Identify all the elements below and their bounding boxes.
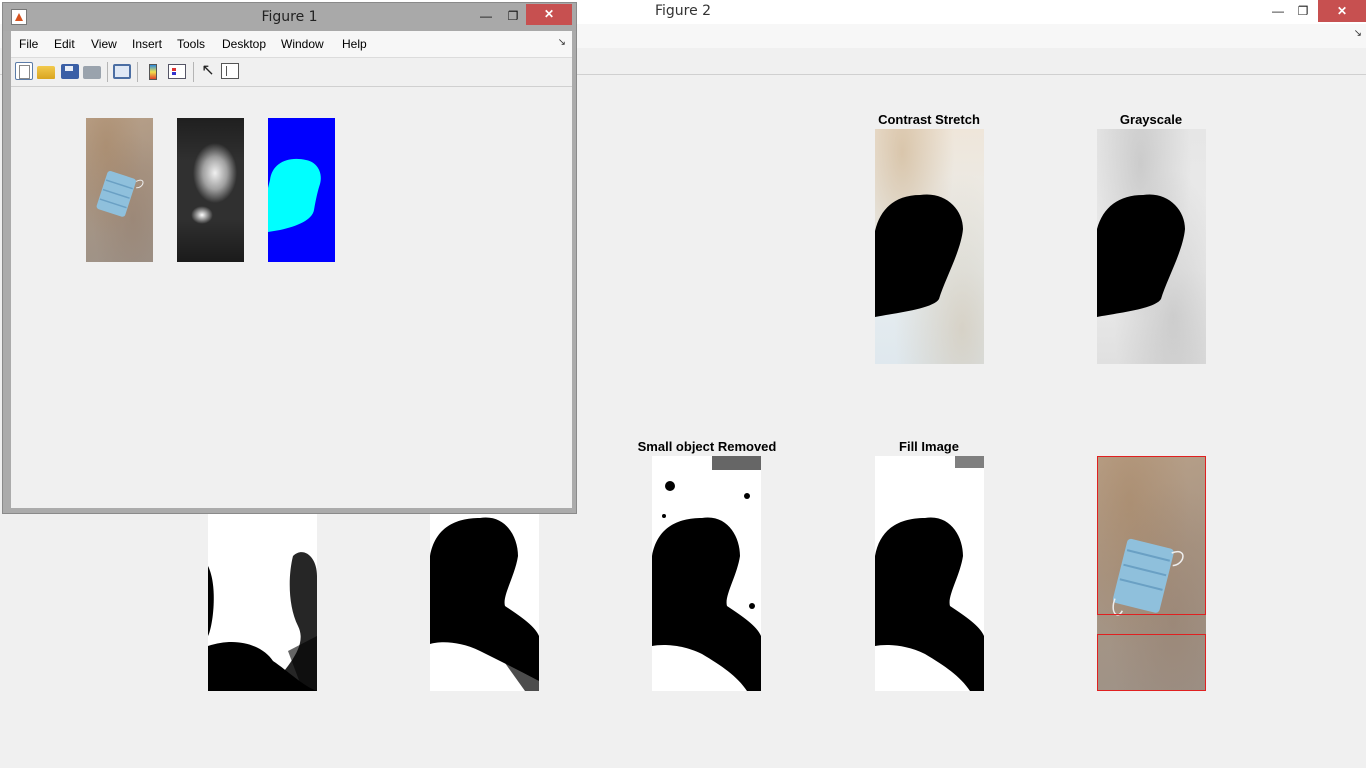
segmentation-region [268, 158, 321, 232]
small-object-removed-mask [652, 456, 761, 691]
original-image [86, 118, 153, 262]
menu-insert[interactable]: Insert [132, 37, 162, 51]
open-file-icon[interactable] [37, 66, 55, 79]
dock-arrow-icon[interactable]: ↘ [558, 37, 566, 48]
print-figure-icon[interactable] [113, 64, 131, 79]
bounding-box-secondary [1097, 634, 1206, 691]
contrast-stretch-title: Contrast Stretch [878, 112, 980, 127]
colorbar-icon[interactable] [149, 64, 157, 80]
menu-tools[interactable]: Tools [177, 37, 205, 51]
menu-window[interactable]: Window [281, 37, 324, 51]
plot-browser-icon[interactable] [221, 63, 239, 79]
figure2-minimize-button[interactable]: — [1265, 0, 1291, 22]
saliency-image [177, 118, 244, 262]
segmentation-image [268, 118, 335, 262]
figure1-menubar: File Edit View Insert Tools Desktop Wind… [11, 31, 572, 58]
bounding-box-primary [1097, 456, 1206, 615]
fill-image-image [875, 456, 984, 691]
figure2-close-button[interactable]: ✕ [1318, 0, 1366, 22]
small-object-removed-title: Small object Removed [637, 439, 777, 454]
fill-image-mask [875, 456, 984, 691]
fill-image-title: Fill Image [899, 439, 959, 454]
menu-file[interactable]: File [19, 37, 38, 51]
detection-result-image [1097, 456, 1206, 691]
figure2-maximize-button[interactable]: ❐ [1290, 0, 1316, 22]
menu-edit[interactable]: Edit [54, 37, 75, 51]
menu-view[interactable]: View [91, 37, 117, 51]
small-object-removed-image [652, 456, 761, 691]
save-icon[interactable] [61, 64, 79, 79]
pointer-icon[interactable]: ↖ [199, 62, 217, 80]
toolbar-separator [107, 62, 108, 82]
new-figure-icon[interactable] [15, 62, 33, 80]
legend-icon[interactable] [168, 64, 186, 79]
contrast-mask-region [875, 194, 963, 317]
figure1-client-area: File Edit View Insert Tools Desktop Wind… [11, 31, 572, 508]
toolbar-separator [137, 62, 138, 82]
figure1-window: Figure 1 — ❐ ✕ File Edit View Insert Too… [2, 2, 577, 514]
figure1-titlebar[interactable]: Figure 1 — ❐ ✕ [3, 3, 576, 31]
grayscale-image [1097, 129, 1206, 364]
grayscale-mask-region [1097, 194, 1185, 317]
figure1-toolbar: ↖ [11, 58, 572, 87]
menu-desktop[interactable]: Desktop [222, 37, 266, 51]
figure1-minimize-button[interactable]: — [473, 5, 499, 27]
toolbar-separator [193, 62, 194, 82]
figure1-maximize-button[interactable]: ❐ [500, 5, 526, 27]
grayscale-title: Grayscale [1119, 112, 1183, 127]
saliency-vignette [177, 118, 244, 262]
menu-help[interactable]: Help [342, 37, 367, 51]
dock-arrow-icon[interactable]: ↘ [1354, 28, 1362, 39]
contrast-stretch-image [875, 129, 984, 364]
original-mask-photo [96, 171, 144, 217]
figure1-close-button[interactable]: ✕ [526, 4, 572, 25]
print-icon[interactable] [83, 66, 101, 79]
